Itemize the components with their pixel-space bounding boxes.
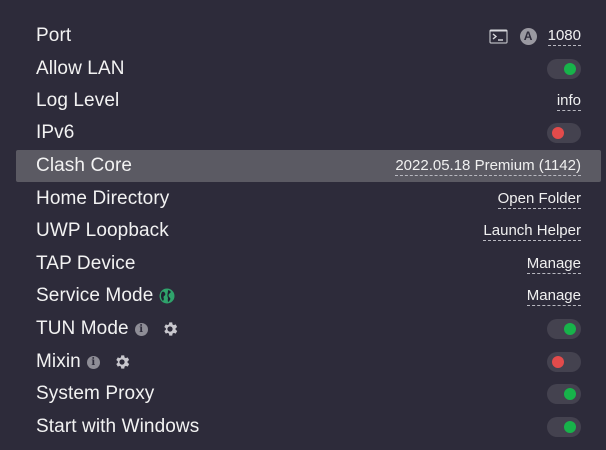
toggle-knob <box>552 356 564 368</box>
a-badge-icon[interactable]: A <box>519 27 537 45</box>
setting-row-tun-mode: TUN Mode i <box>0 313 601 345</box>
gear-icon[interactable] <box>161 320 179 338</box>
ipv6-toggle[interactable] <box>547 123 581 143</box>
tap-device-manage-link[interactable]: Manage <box>526 255 581 274</box>
clash-core-version[interactable]: 2022.05.18 Premium (1142) <box>395 157 581 176</box>
info-icon[interactable]: i <box>86 355 100 369</box>
setting-row-port: Port A 1080 <box>0 20 601 52</box>
setting-label-allow-lan: Allow LAN <box>36 58 125 79</box>
service-mode-manage-link[interactable]: Manage <box>526 287 581 306</box>
setting-row-ipv6: IPv6 <box>0 117 601 149</box>
setting-label-ipv6: IPv6 <box>36 122 75 143</box>
setting-row-mixin: Mixin i <box>0 346 601 378</box>
mixin-text: Mixin <box>36 351 81 372</box>
setting-label-clash-core: Clash Core <box>36 155 133 176</box>
launch-helper-link[interactable]: Launch Helper <box>483 222 581 241</box>
setting-label-mixin: Mixin i <box>36 351 131 373</box>
setting-row-tap-device: TAP Device Manage <box>0 248 601 280</box>
port-controls: A 1080 <box>489 27 581 46</box>
setting-label-port: Port <box>36 25 72 46</box>
system-proxy-toggle[interactable] <box>547 384 581 404</box>
toggle-knob <box>564 421 576 433</box>
mixin-toggle[interactable] <box>547 352 581 372</box>
settings-panel: Port A 1080 Allow LAN Log Level info IPv… <box>0 0 606 450</box>
info-icon[interactable]: i <box>134 322 148 336</box>
setting-label-start-with-windows: Start with Windows <box>36 416 200 437</box>
setting-row-allow-lan: Allow LAN <box>0 53 601 85</box>
gear-icon[interactable] <box>113 353 131 371</box>
setting-row-uwp-loopback: UWP Loopback Launch Helper <box>0 215 601 247</box>
start-with-windows-toggle[interactable] <box>547 417 581 437</box>
toggle-knob <box>564 63 576 75</box>
tun-mode-toggle[interactable] <box>547 319 581 339</box>
log-level-selector[interactable]: info <box>556 92 581 111</box>
setting-label-log-level: Log Level <box>36 90 120 111</box>
allow-lan-toggle[interactable] <box>547 59 581 79</box>
toggle-knob <box>564 388 576 400</box>
setting-label-uwp-loopback: UWP Loopback <box>36 220 169 241</box>
toggle-knob <box>564 323 576 335</box>
setting-row-clash-core: Clash Core 2022.05.18 Premium (1142) <box>16 150 601 182</box>
setting-row-service-mode: Service Mode Manage <box>0 280 601 312</box>
toggle-knob <box>552 127 564 139</box>
port-value[interactable]: 1080 <box>547 27 581 46</box>
setting-row-system-proxy: System Proxy <box>0 378 601 410</box>
setting-label-service-mode: Service Mode <box>36 285 175 307</box>
terminal-icon[interactable] <box>489 29 508 44</box>
setting-label-system-proxy: System Proxy <box>36 383 155 404</box>
setting-row-log-level: Log Level info <box>0 85 601 117</box>
globe-icon <box>159 288 175 304</box>
setting-row-start-with-windows: Start with Windows <box>0 411 601 443</box>
tun-mode-text: TUN Mode <box>36 318 129 339</box>
setting-label-tap-device: TAP Device <box>36 253 136 274</box>
setting-row-home-directory: Home Directory Open Folder <box>0 183 601 215</box>
setting-label-home-directory: Home Directory <box>36 188 170 209</box>
open-folder-link[interactable]: Open Folder <box>497 190 581 209</box>
setting-label-tun-mode: TUN Mode i <box>36 318 179 340</box>
service-mode-text: Service Mode <box>36 285 154 306</box>
